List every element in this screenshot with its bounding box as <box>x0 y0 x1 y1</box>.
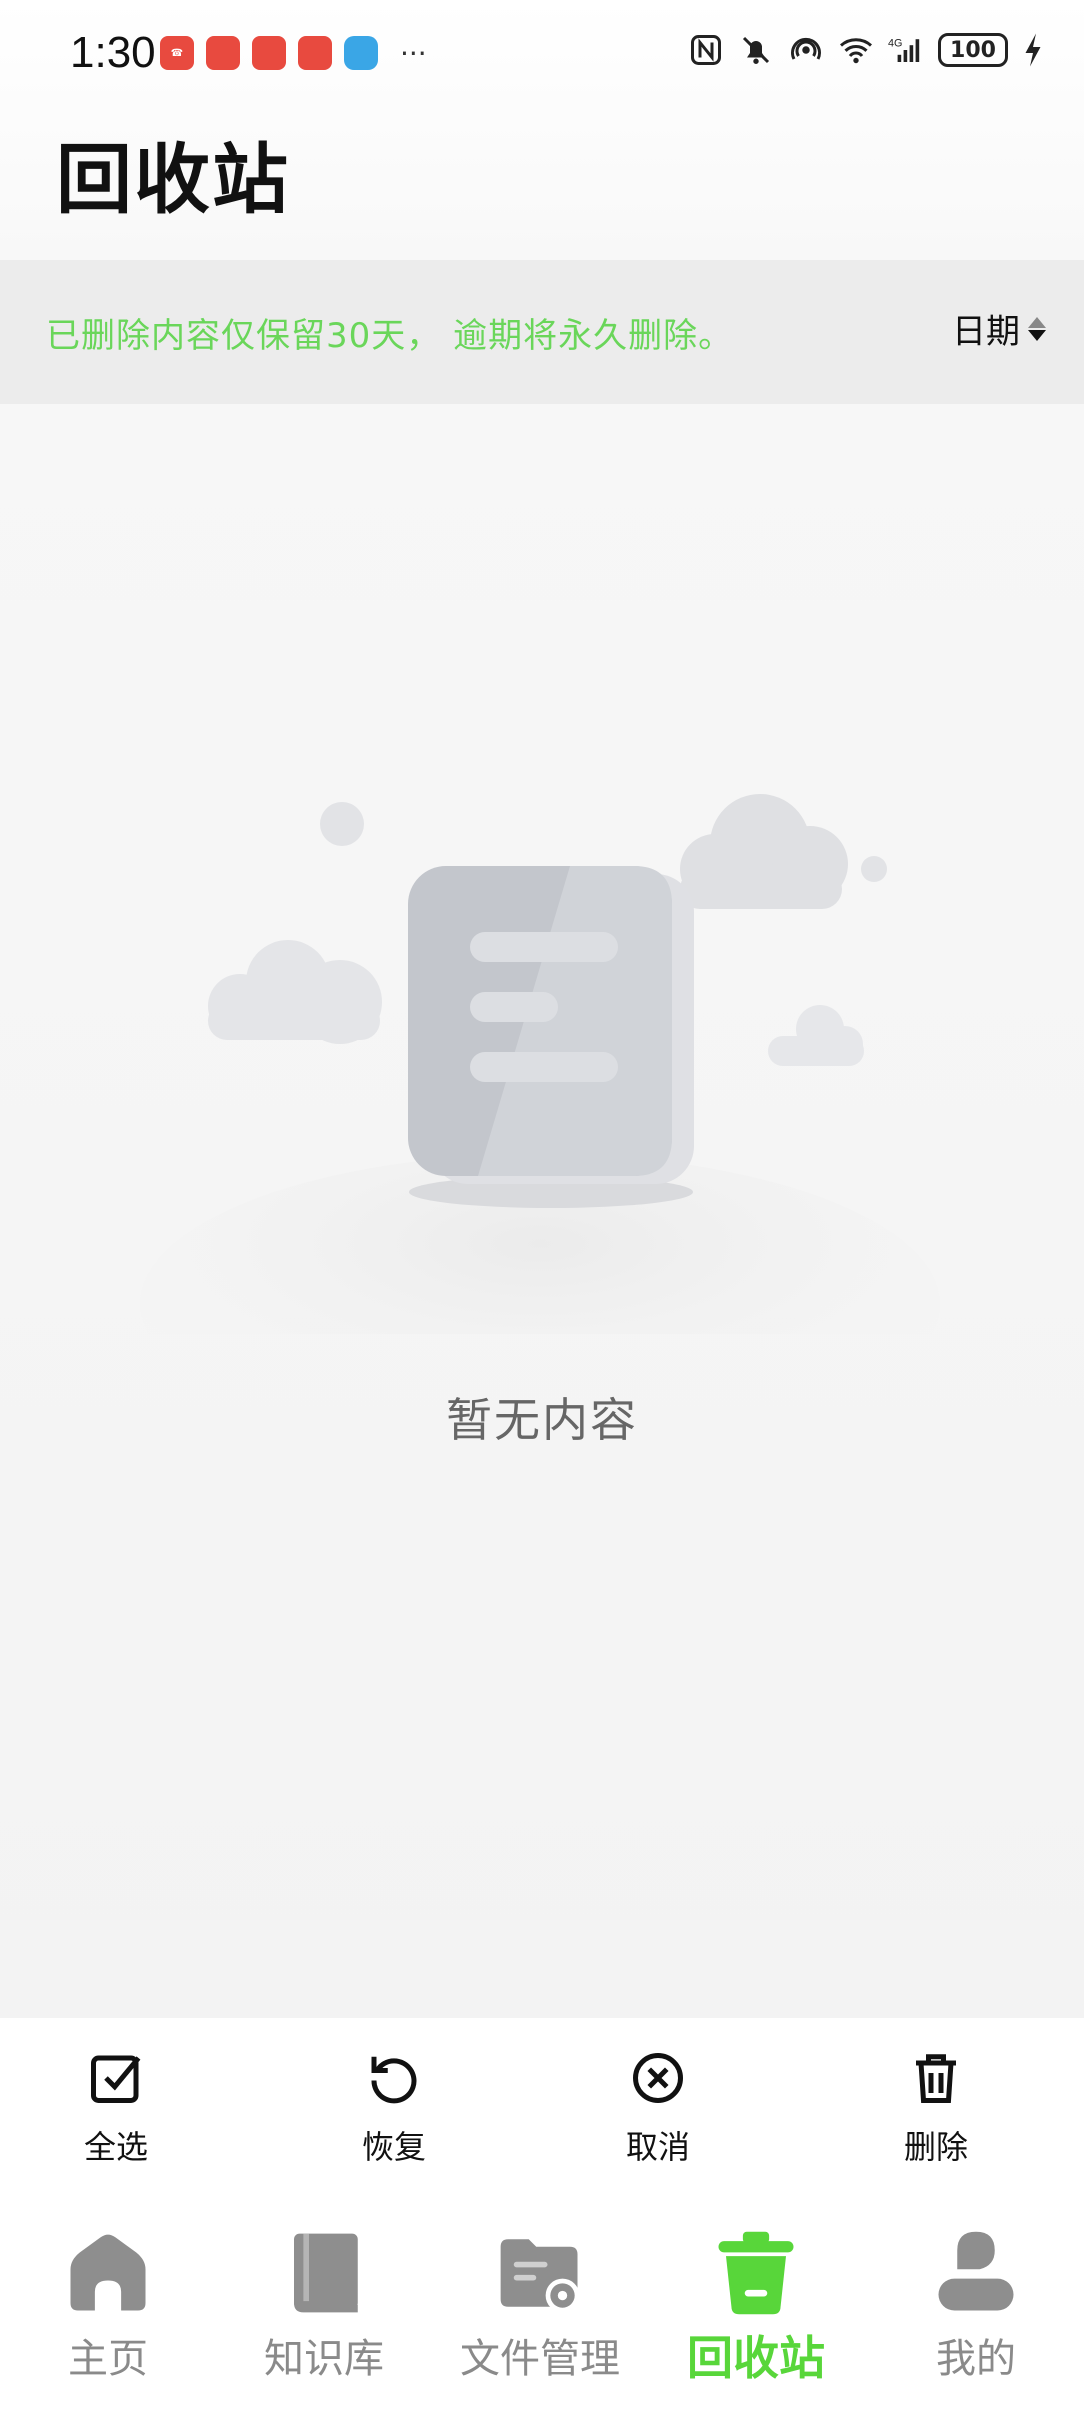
tab-profile-label: 我的 <box>936 2336 1016 2382</box>
cellular-signal-icon: 4G <box>888 37 920 62</box>
charging-icon <box>1025 33 1041 67</box>
retention-notice-bar: 已删除内容仅保留30天， 逾期将永久删除。 日期 <box>0 260 1084 404</box>
select-all-button[interactable]: 全选 <box>36 2048 196 2168</box>
restore-label: 恢复 <box>361 2128 426 2166</box>
empty-document-illustration <box>140 794 940 1334</box>
home-icon <box>70 2234 146 2311</box>
page-title: 回收站 <box>56 135 290 224</box>
restore-button[interactable]: 恢复 <box>314 2048 474 2168</box>
game-app-icon <box>252 36 286 70</box>
recycle-bin-content: 暂无内容 <box>0 404 1084 2018</box>
status-indicators: 4G 100 <box>688 32 1044 68</box>
tab-profile[interactable]: 我的 <box>868 2228 1084 2384</box>
top-bar: 1:30 ☎ ··· 4G 100 回收站 <box>0 0 1084 260</box>
tab-knowledge-base[interactable]: 知识库 <box>216 2228 432 2384</box>
more-notifications-indicator: ··· <box>400 36 427 70</box>
sort-caret-icon <box>1028 316 1046 341</box>
tab-knowledge-base-label: 知识库 <box>264 2336 384 2382</box>
select-all-checkbox-icon <box>91 2055 141 2103</box>
tab-recycle-bin[interactable]: 回收站 <box>648 2228 864 2388</box>
restore-icon <box>371 2056 417 2104</box>
tab-file-management[interactable]: 文件管理 <box>432 2228 648 2384</box>
cancel-circle-icon <box>633 2053 683 2103</box>
sort-label: 日期 <box>952 312 1020 352</box>
select-all-label: 全选 <box>83 2128 148 2166</box>
empty-state-text: 暂无内容 <box>446 1393 638 1447</box>
hotspot-icon <box>791 37 821 60</box>
wifi-icon <box>840 38 872 64</box>
nfc-icon <box>691 35 721 65</box>
user-icon <box>938 2231 1014 2311</box>
notification-icons: ☎ ··· <box>160 36 427 70</box>
cancel-button[interactable]: 取消 <box>578 2048 738 2168</box>
status-time: 1:30 <box>70 28 156 77</box>
delete-button[interactable]: 删除 <box>856 2048 1016 2168</box>
tab-file-management-label: 文件管理 <box>460 2336 620 2382</box>
huawei-store-icon <box>206 36 240 70</box>
tab-home[interactable]: 主页 <box>0 2228 216 2384</box>
retention-notice-text: 已删除内容仅保留30天， 逾期将永久删除。 <box>46 316 734 356</box>
huawei-app-icon <box>298 36 332 70</box>
bottom-tab-bar: 主页 知识库 文件管理 回收站 我的 <box>0 2198 1084 2412</box>
trash-icon <box>718 2231 794 2315</box>
tab-recycle-bin-label: 回收站 <box>687 2331 825 2385</box>
network-type: 4G <box>888 37 902 49</box>
folder-settings-icon <box>500 2239 580 2313</box>
book-icon <box>294 2233 358 2313</box>
mute-bell-icon <box>742 36 770 64</box>
battery-indicator: 100 <box>938 33 1008 67</box>
cancel-label: 取消 <box>625 2128 690 2166</box>
recycle-bin-screen: 1:30 ☎ ··· 4G 100 回收站 已删除内容仅保留30天， 逾期将永久… <box>0 0 1084 2412</box>
browser-app-icon <box>344 36 378 70</box>
status-bar: 1:30 ☎ ··· 4G 100 <box>0 0 1084 110</box>
sort-by-date-button[interactable]: 日期 <box>952 304 1046 353</box>
batch-action-bar: 全选 恢复 取消 删除 <box>0 2018 1084 2198</box>
tab-home-label: 主页 <box>68 2336 148 2382</box>
trash-icon <box>916 2054 956 2103</box>
delete-label: 删除 <box>903 2128 968 2166</box>
phone-app-icon: ☎ <box>160 36 194 70</box>
